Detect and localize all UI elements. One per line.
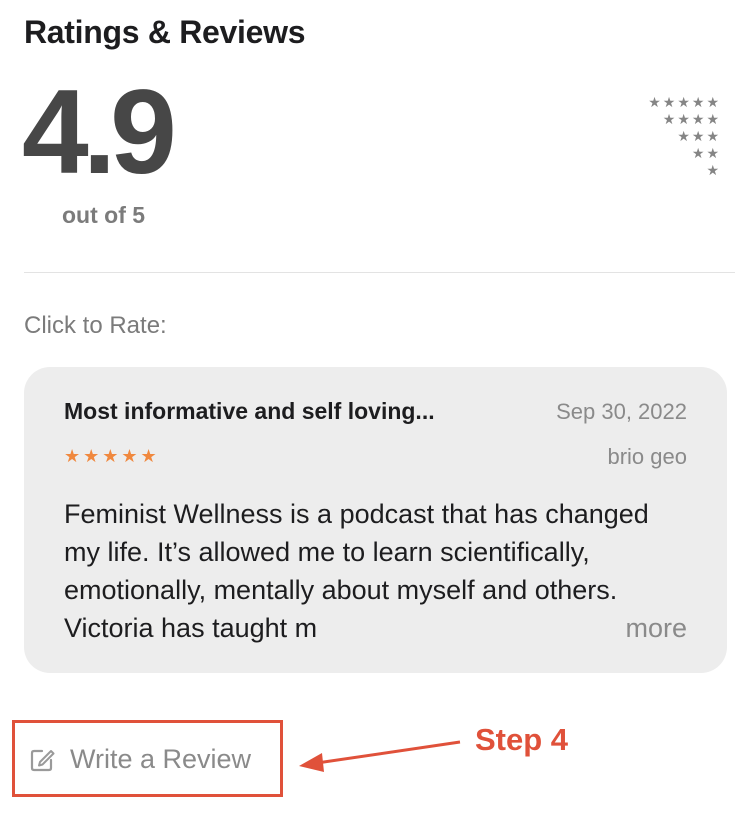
histogram-row-1-star: ★ [706,162,721,178]
review-date: Sep 30, 2022 [556,399,687,424]
review-body: Feminist Wellness is a podcast that has … [64,499,649,643]
review-author: brio geo [607,444,687,469]
rating-histogram: ★★★★★ ★★★★ ★★★ ★★ ★ [621,94,721,179]
histogram-row-4-star: ★★★★ [662,111,721,127]
arrow-left-icon [299,740,461,772]
compose-icon [30,749,55,771]
histogram-row-3-star: ★★★ [677,128,721,144]
average-rating: 4.9 [22,65,177,199]
rating-scale: out of 5 [62,202,146,228]
step-label: Step 4 [475,722,569,757]
section-title: Ratings & Reviews [24,14,306,50]
review-star-rating: ★★★★★ [64,446,160,466]
click-to-rate-label[interactable]: Click to Rate: [24,312,167,340]
histogram-row-5-star: ★★★★★ [648,94,721,110]
divider [24,272,735,273]
review-card[interactable]: Most informative and self loving... Sep … [24,367,727,673]
write-review-button[interactable]: Write a Review [28,744,251,775]
histogram-row-2-star: ★★ [691,145,721,161]
write-review-label: Write a Review [70,744,252,774]
review-title: Most informative and self loving... [64,398,435,424]
more-link[interactable]: more [591,609,687,647]
